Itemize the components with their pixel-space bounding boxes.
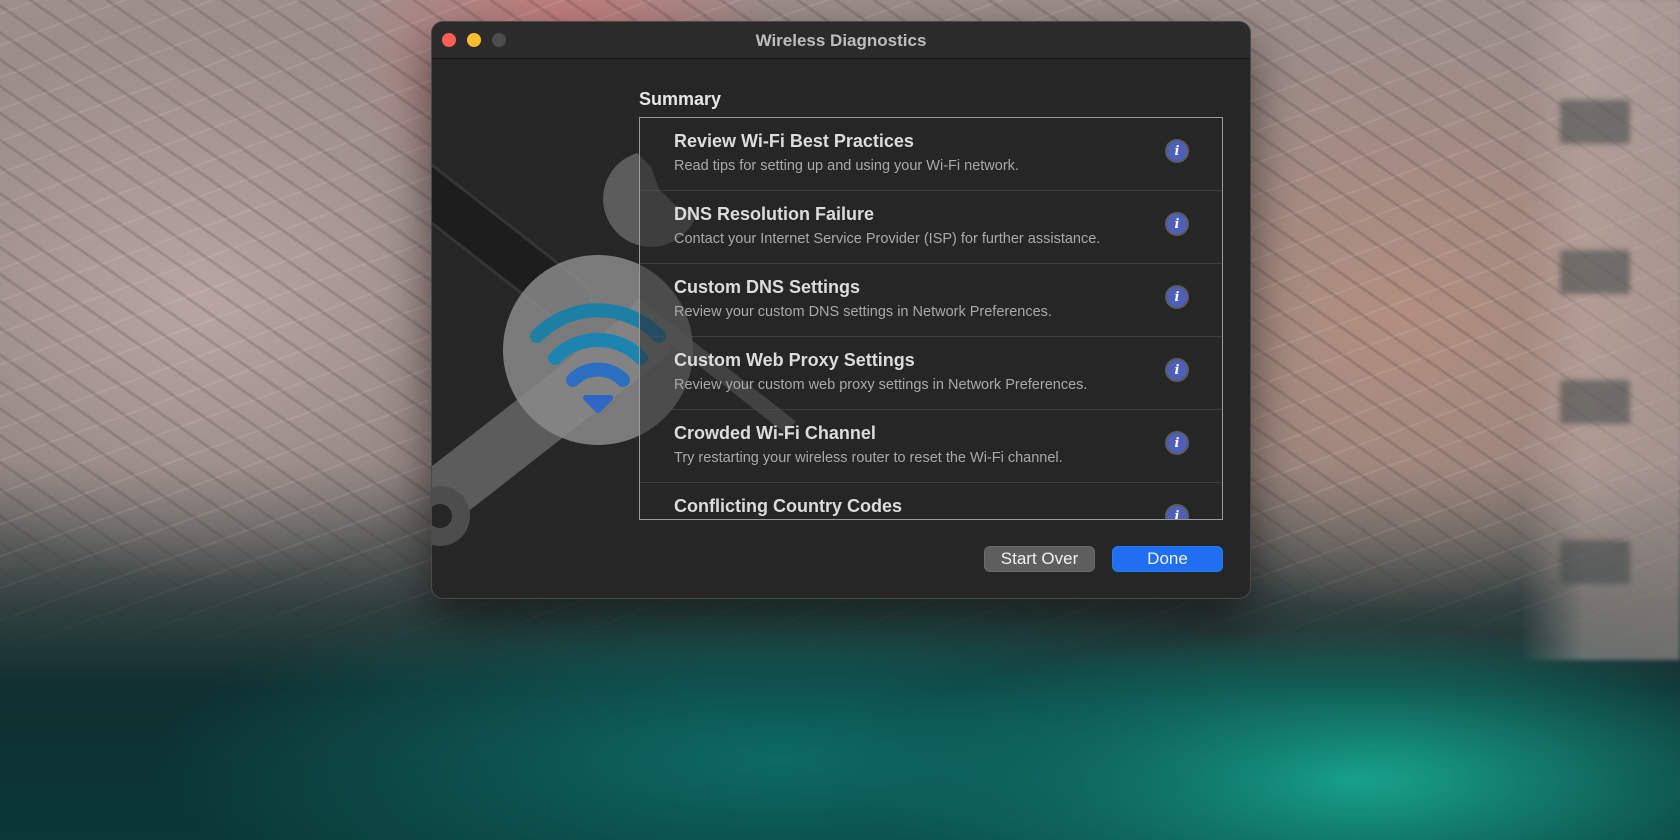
list-item[interactable]: Crowded Wi-Fi Channel Try restarting you… bbox=[640, 410, 1222, 483]
desktop-file-thumbnail bbox=[1560, 100, 1630, 144]
info-icon[interactable]: i bbox=[1165, 285, 1189, 309]
item-title: Review Wi-Fi Best Practices bbox=[674, 131, 914, 151]
item-description: Contact your Internet Service Provider (… bbox=[674, 231, 1101, 247]
start-over-button[interactable]: Start Over bbox=[984, 546, 1095, 572]
item-title: Custom Web Proxy Settings bbox=[674, 350, 915, 370]
item-title: Crowded Wi-Fi Channel bbox=[674, 423, 876, 443]
item-description: Review your custom DNS settings in Netwo… bbox=[674, 304, 1052, 320]
info-icon[interactable]: i bbox=[1165, 139, 1189, 163]
info-icon[interactable]: i bbox=[1165, 212, 1189, 236]
wireless-diagnostics-window: Wireless Diagnostics Summary Review Wi-F… bbox=[431, 21, 1251, 599]
item-description: Read tips for setting up and using your … bbox=[674, 158, 1019, 174]
window-title: Wireless Diagnostics bbox=[755, 31, 927, 50]
item-title: DNS Resolution Failure bbox=[674, 204, 875, 224]
info-icon[interactable]: i bbox=[1165, 431, 1189, 455]
desktop-file-thumbnail bbox=[1560, 380, 1630, 424]
list-item[interactable]: Custom DNS Settings Review your custom D… bbox=[640, 264, 1222, 337]
title-bar[interactable]: Wireless Diagnostics bbox=[432, 22, 1250, 59]
desktop-file-thumbnail bbox=[1560, 250, 1630, 294]
info-icon[interactable]: i bbox=[1165, 504, 1189, 519]
item-description: Try restarting your wireless router to r… bbox=[674, 450, 1063, 466]
list-item[interactable]: DNS Resolution Failure Contact your Inte… bbox=[640, 191, 1222, 264]
list-item[interactable]: Custom Web Proxy Settings Review your cu… bbox=[640, 337, 1222, 410]
list-item[interactable]: Conflicting Country Codes i bbox=[640, 483, 1222, 519]
item-description: Review your custom web proxy settings in… bbox=[674, 377, 1088, 393]
desktop-file-thumbnail bbox=[1560, 540, 1630, 584]
item-title: Conflicting Country Codes bbox=[674, 496, 902, 516]
info-icon[interactable]: i bbox=[1165, 358, 1189, 382]
summary-heading: Summary bbox=[639, 89, 722, 109]
item-title: Custom DNS Settings bbox=[674, 277, 861, 297]
done-button[interactable]: Done bbox=[1112, 546, 1223, 572]
list-item[interactable]: Review Wi-Fi Best Practices Read tips fo… bbox=[640, 118, 1222, 191]
summary-list[interactable]: Review Wi-Fi Best Practices Read tips fo… bbox=[639, 117, 1223, 520]
